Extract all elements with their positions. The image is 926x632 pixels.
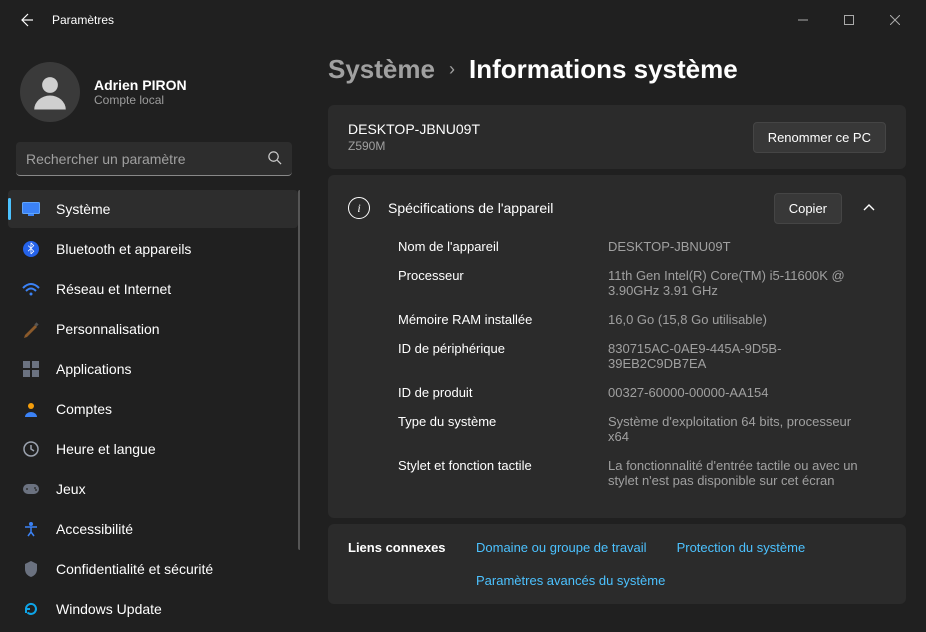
spec-value: 16,0 Go (15,8 Go utilisable) <box>608 312 868 327</box>
sidebar-item-label: Confidentialité et sécurité <box>56 561 213 577</box>
pc-identity-card: DESKTOP-JBNU09T Z590M Renommer ce PC <box>328 105 906 169</box>
spec-key: Processeur <box>398 268 608 298</box>
spec-key: ID de produit <box>398 385 608 400</box>
spec-value: 00327-60000-00000-AA154 <box>608 385 868 400</box>
spec-key: Type du système <box>398 414 608 444</box>
related-links-card: Liens connexes Domaine ou groupe de trav… <box>328 524 906 604</box>
sidebar-item-apps[interactable]: Applications <box>8 350 298 388</box>
network-icon <box>22 280 40 298</box>
spec-value: 830715AC-0AE9-445A-9D5B-39EB2C9DB7EA <box>608 341 868 371</box>
main-content: Système › Informations système DESKTOP-J… <box>308 40 926 632</box>
sidebar-item-label: Comptes <box>56 401 112 417</box>
sidebar-item-label: Heure et langue <box>56 441 156 457</box>
spec-row: ID de périphérique830715AC-0AE9-445A-9D5… <box>398 341 886 371</box>
nav-list: Système Bluetooth et appareils Réseau et I… <box>8 190 300 632</box>
rename-pc-button[interactable]: Renommer ce PC <box>753 122 886 153</box>
window-title: Paramètres <box>52 13 114 27</box>
sidebar-item-update[interactable]: Windows Update <box>8 590 298 628</box>
search-box[interactable] <box>16 142 292 176</box>
sidebar-item-personalize[interactable]: Personnalisation <box>8 310 298 348</box>
sidebar-item-time[interactable]: Heure et langue <box>8 430 298 468</box>
breadcrumb: Système › Informations système <box>328 54 906 85</box>
search-input[interactable] <box>26 151 267 167</box>
spec-key: Nom de l'appareil <box>398 239 608 254</box>
copy-button[interactable]: Copier <box>774 193 842 224</box>
spec-row: Mémoire RAM installée16,0 Go (15,8 Go ut… <box>398 312 886 327</box>
related-link[interactable]: Paramètres avancés du système <box>476 573 665 588</box>
collapse-button[interactable] <box>852 191 886 225</box>
update-icon <box>22 600 40 618</box>
accessibility-icon <box>22 520 40 538</box>
personalize-icon <box>22 320 40 338</box>
spec-row: Stylet et fonction tactileLa fonctionnal… <box>398 458 886 488</box>
pc-model: Z590M <box>348 139 480 153</box>
breadcrumb-current: Informations système <box>469 54 738 85</box>
sidebar-item-label: Système <box>56 201 110 217</box>
sidebar-item-accessibility[interactable]: Accessibilité <box>8 510 298 548</box>
chevron-up-icon <box>862 201 876 215</box>
sidebar-item-label: Bluetooth et appareils <box>56 241 191 257</box>
spec-value: La fonctionnalité d'entrée tactile ou av… <box>608 458 868 488</box>
device-specs-card: i Spécifications de l'appareil Copier No… <box>328 175 906 518</box>
spec-value: Système d'exploitation 64 bits, processe… <box>608 414 868 444</box>
scrollbar[interactable] <box>298 190 300 550</box>
bluetooth-icon <box>22 240 40 258</box>
maximize-button[interactable] <box>826 4 872 36</box>
sidebar-item-network[interactable]: Réseau et Internet <box>8 270 298 308</box>
user-subtitle: Compte local <box>94 93 187 107</box>
user-profile[interactable]: Adrien PIRON Compte local <box>8 52 300 142</box>
search-icon <box>267 150 282 168</box>
time-icon <box>22 440 40 458</box>
titlebar: Paramètres <box>0 0 926 40</box>
sidebar-item-accounts[interactable]: Comptes <box>8 390 298 428</box>
related-link[interactable]: Protection du système <box>677 540 806 555</box>
spec-value: DESKTOP-JBNU09T <box>608 239 868 254</box>
spec-key: ID de périphérique <box>398 341 608 371</box>
apps-icon <box>22 360 40 378</box>
sidebar-item-label: Applications <box>56 361 132 377</box>
spec-row: Processeur11th Gen Intel(R) Core(TM) i5-… <box>398 268 886 298</box>
sidebar: Adrien PIRON Compte local Système Bluetoo… <box>0 40 308 632</box>
chevron-right-icon: › <box>449 59 455 80</box>
avatar <box>20 62 80 122</box>
gaming-icon <box>22 480 40 498</box>
sidebar-item-bluetooth[interactable]: Bluetooth et appareils <box>8 230 298 268</box>
links-title: Liens connexes <box>348 540 448 588</box>
sidebar-item-label: Réseau et Internet <box>56 281 171 297</box>
close-button[interactable] <box>872 4 918 36</box>
specs-title: Spécifications de l'appareil <box>388 200 756 216</box>
privacy-icon <box>22 560 40 578</box>
pc-name: DESKTOP-JBNU09T <box>348 121 480 137</box>
accounts-icon <box>22 400 40 418</box>
system-icon <box>22 200 40 218</box>
sidebar-item-privacy[interactable]: Confidentialité et sécurité <box>8 550 298 588</box>
spec-key: Stylet et fonction tactile <box>398 458 608 488</box>
sidebar-item-label: Personnalisation <box>56 321 160 337</box>
user-name: Adrien PIRON <box>94 77 187 93</box>
spec-value: 11th Gen Intel(R) Core(TM) i5-11600K @ 3… <box>608 268 868 298</box>
sidebar-item-system[interactable]: Système <box>8 190 298 228</box>
sidebar-item-gaming[interactable]: Jeux <box>8 470 298 508</box>
sidebar-item-label: Windows Update <box>56 601 162 617</box>
back-button[interactable] <box>16 10 36 30</box>
spec-row: Nom de l'appareilDESKTOP-JBNU09T <box>398 239 886 254</box>
sidebar-item-label: Jeux <box>56 481 86 497</box>
info-icon: i <box>348 197 370 219</box>
minimize-button[interactable] <box>780 4 826 36</box>
spec-row: ID de produit00327-60000-00000-AA154 <box>398 385 886 400</box>
spec-row: Type du systèmeSystème d'exploitation 64… <box>398 414 886 444</box>
spec-key: Mémoire RAM installée <box>398 312 608 327</box>
breadcrumb-parent[interactable]: Système <box>328 54 435 85</box>
related-link[interactable]: Domaine ou groupe de travail <box>476 540 647 555</box>
sidebar-item-label: Accessibilité <box>56 521 133 537</box>
